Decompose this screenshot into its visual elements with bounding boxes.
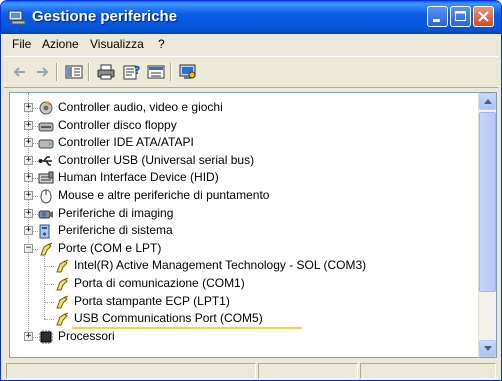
tree-item-label: Porta di comunicazione (COM1) — [74, 276, 245, 290]
print-icon[interactable] — [96, 63, 116, 81]
scroll-up-button[interactable] — [479, 93, 496, 110]
tree-item-label: Processori — [58, 328, 115, 343]
forward-arrow-icon[interactable] — [32, 63, 52, 81]
tree-connector-line — [44, 284, 54, 285]
tree-category-item[interactable]: + Controller USB (Universal serial bus) — [10, 152, 470, 170]
expand-icon[interactable]: + — [24, 226, 33, 236]
tree-child-item[interactable]: Intel(R) Active Management Technology - … — [10, 257, 470, 275]
status-cell — [6, 363, 256, 379]
expand-icon[interactable]: + — [24, 103, 33, 112]
expand-icon[interactable]: + — [24, 155, 33, 165]
scroll-down-button[interactable] — [479, 340, 496, 357]
status-bar — [4, 361, 498, 380]
show-hide-tree-icon[interactable] — [64, 63, 84, 81]
toolbar: ? — [4, 56, 498, 88]
expand-icon[interactable]: + — [24, 138, 33, 148]
tree-item-label: Human Interface Device (HID) — [58, 170, 219, 185]
tree-item-label: Porta stampante ECP (LPT1) — [74, 293, 230, 308]
tree-connector-line — [44, 301, 54, 303]
tree-child-item[interactable]: Porta stampante ECP (LPT1) — [10, 293, 470, 311]
expand-icon[interactable]: + — [24, 191, 33, 200]
toolbar-separator — [56, 63, 58, 81]
tree-category-item[interactable]: + Controller disco floppy — [10, 117, 470, 135]
scroll-thumb[interactable] — [479, 112, 496, 292]
hid-icon — [38, 170, 54, 186]
tree-category-item[interactable]: + Human Interface Device (HID) — [10, 169, 470, 187]
tree-category-item[interactable]: + Processori — [10, 328, 470, 346]
device-tree[interactable]: + Controller audio, video e giochi + Contro… — [9, 92, 478, 358]
menu-azione[interactable]: Azione — [42, 37, 79, 51]
port-icon — [38, 241, 54, 257]
tree-child-item[interactable]: USB Communications Port (COM5) — [10, 310, 470, 330]
menu-visualizza[interactable]: Visualizza — [90, 37, 144, 51]
collapse-icon[interactable]: − — [24, 243, 33, 253]
expand-icon[interactable]: + — [24, 120, 33, 130]
menu-file[interactable]: File — [12, 37, 31, 51]
menu-bar: File Azione Visualizza ? — [4, 34, 498, 55]
expand-icon[interactable]: + — [24, 173, 33, 183]
menu-help[interactable]: ? — [158, 37, 165, 51]
tree-connector-line — [44, 266, 54, 268]
status-cell — [360, 363, 496, 379]
tree-item-label: Controller audio, video e giochi — [58, 100, 223, 114]
tree-item-label: Periferiche di sistema — [58, 223, 173, 238]
tree-item-label: Intel(R) Active Management Technology - … — [74, 258, 367, 273]
tree-item-label: Controller IDE ATA/ATAPI — [58, 135, 194, 150]
usb-icon — [38, 153, 54, 169]
toolbar-separator — [170, 63, 172, 81]
port-icon — [54, 276, 70, 292]
tree-item-label: Mouse e altre periferiche di puntamento — [58, 188, 270, 202]
sound-card-icon — [38, 100, 54, 116]
tree-item-label: Controller USB (Universal serial bus) — [58, 152, 255, 167]
details-view-icon[interactable] — [146, 63, 166, 81]
tree-category-item[interactable]: + Controller audio, video e giochi — [10, 99, 470, 117]
window-title: Gestione periferiche — [32, 8, 178, 25]
minimize-button[interactable] — [427, 6, 448, 27]
tree-item-label: Periferiche di imaging — [58, 205, 174, 220]
processor-icon — [38, 329, 54, 345]
expand-icon[interactable]: + — [24, 208, 33, 218]
tree-connector-line — [44, 319, 54, 321]
port-icon — [54, 294, 70, 310]
tree-category-item[interactable]: − Porte (COM e LPT) — [10, 240, 470, 258]
status-cell — [258, 363, 358, 379]
tree-category-item[interactable]: + Controller IDE ATA/ATAPI — [10, 134, 470, 152]
device-manager-icon — [8, 9, 26, 25]
tree-category-item[interactable]: + Mouse e altre periferiche di puntamento — [10, 187, 470, 205]
floppy-controller-icon — [38, 118, 54, 134]
close-button[interactable] — [473, 6, 494, 27]
tree-child-item[interactable]: Porta di comunicazione (COM1) — [10, 275, 470, 293]
back-arrow-icon[interactable] — [10, 63, 30, 81]
toolbar-separator — [88, 63, 90, 81]
tree-item-label: Porte (COM e LPT) — [58, 240, 162, 255]
port-icon — [54, 258, 70, 274]
expand-icon[interactable]: + — [24, 331, 33, 341]
device-manager-window: Gestione periferiche File Azione Visuali… — [0, 0, 502, 381]
system-device-icon — [38, 223, 54, 239]
tree-item-label: USB Communications Port (COM5) — [74, 311, 263, 326]
port-icon — [54, 311, 70, 327]
scan-hardware-icon[interactable] — [178, 63, 198, 81]
properties-help-icon[interactable]: ? — [122, 63, 142, 81]
title-bar[interactable]: Gestione periferiche — [1, 1, 501, 34]
vertical-scrollbar[interactable] — [478, 92, 497, 358]
ide-controller-icon — [38, 135, 54, 151]
mouse-icon — [38, 188, 54, 204]
tree-category-item[interactable]: + Periferiche di sistema — [10, 222, 470, 240]
svg-text:?: ? — [134, 64, 140, 77]
maximize-button[interactable] — [450, 6, 471, 27]
tree-item-label: Controller disco floppy — [58, 117, 177, 132]
tree-category-item[interactable]: + Periferiche di imaging — [10, 205, 470, 223]
camera-icon — [38, 206, 54, 222]
